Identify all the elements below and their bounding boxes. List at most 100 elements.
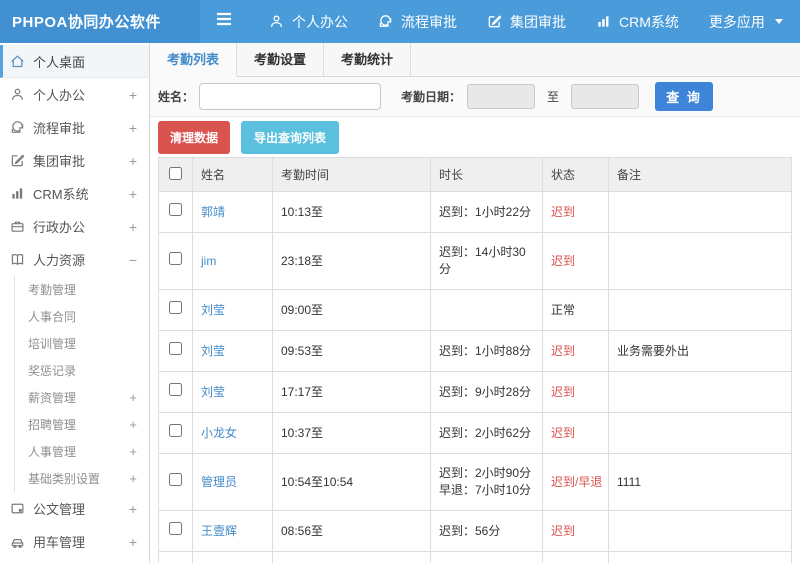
table-row: 刘莹 17:17至 迟到：9小时28分 迟到 <box>158 371 792 413</box>
expand-plus-icon[interactable]: + <box>129 444 137 459</box>
duration: 迟到：1小时88分 <box>430 330 543 372</box>
top-header-bar: PHPOA协同办公软件 个人办公 流程审批 集团审批 CRM系统 更多应用 <box>0 0 800 43</box>
nav-item-flow-approval[interactable]: 流程审批 <box>363 0 472 43</box>
column-header-time: 考勤时间 <box>272 157 431 192</box>
sidebar-item-human-resources[interactable]: 人力资源 − <box>0 243 149 276</box>
chart-icon <box>10 186 25 201</box>
attendance-time: 10:37至 <box>272 412 431 454</box>
row-checkbox[interactable] <box>169 252 182 265</box>
name-input[interactable] <box>199 83 382 110</box>
sidebar-item-vehicle-management[interactable]: 用车管理 + <box>0 525 149 558</box>
expand-plus-icon[interactable]: + <box>129 120 137 136</box>
date-from-input[interactable] <box>467 84 536 109</box>
sidebar-subitem-hr-contract[interactable]: 人事合同 <box>15 303 149 330</box>
expand-plus-icon[interactable]: + <box>129 471 137 486</box>
employee-name-link[interactable]: 管理员 <box>201 475 237 489</box>
employee-name-link[interactable]: 小龙女 <box>201 426 237 440</box>
tab-attendance-settings[interactable]: 考勤设置 <box>237 43 325 76</box>
sidebar-subitem-personnel-management[interactable]: 人事管理 + <box>15 438 149 465</box>
employee-name-link[interactable]: jim <box>201 254 216 268</box>
date-to-input[interactable] <box>571 84 640 109</box>
expand-plus-icon[interactable]: + <box>129 390 137 405</box>
main-content: 考勤列表 考勤设置 考勤统计 姓名： 考勤日期： 至 查 询 清理数据 导出查询… <box>150 43 800 563</box>
nav-item-crm-system[interactable]: CRM系统 <box>581 0 694 43</box>
sidebar-item-admin-office[interactable]: 行政办公 + <box>0 210 149 243</box>
search-button[interactable]: 查 询 <box>655 82 714 111</box>
tab-attendance-statistics[interactable]: 考勤统计 <box>324 43 412 76</box>
expand-plus-icon[interactable]: + <box>129 534 137 550</box>
sidebar-subitem-salary-management[interactable]: 薪资管理 + <box>15 384 149 411</box>
row-checkbox[interactable] <box>169 473 182 486</box>
note <box>608 289 792 331</box>
sidebar-item-personal-desktop[interactable]: 个人桌面 <box>0 45 149 78</box>
expand-plus-icon[interactable]: + <box>129 501 137 517</box>
nav-label: 流程审批 <box>401 13 457 30</box>
sidebar-item-crm-system[interactable]: CRM系统 + <box>0 177 149 210</box>
note <box>608 371 792 413</box>
row-checkbox[interactable] <box>169 203 182 216</box>
column-header-duration: 时长 <box>430 157 543 192</box>
expand-plus-icon[interactable]: + <box>129 186 137 202</box>
car-icon <box>10 534 25 549</box>
sidebar-item-flow-approval[interactable]: 流程审批 + <box>0 111 149 144</box>
note <box>608 510 792 552</box>
employee-name-link[interactable]: 郭靖 <box>201 205 225 219</box>
table-row: 黄蓉 13:20至13:20 迟到：5小时33分 早退：4小时67分 迟到/早退 <box>158 551 792 563</box>
select-all-checkbox[interactable] <box>169 166 182 180</box>
employee-name-link[interactable]: 王壹辉 <box>201 524 237 538</box>
table-header-row: 姓名 考勤时间 时长 状态 备注 <box>158 157 792 192</box>
sidebar-item-label: CRM系统 <box>33 187 89 202</box>
employee-name-link[interactable]: 刘莹 <box>201 344 225 358</box>
status-badge: 迟到/早退 <box>542 551 609 563</box>
sidebar-subitem-label: 基础类别设置 <box>28 472 101 486</box>
row-checkbox[interactable] <box>169 383 182 396</box>
to-label: 至 <box>547 90 560 104</box>
attendance-time: 23:18至 <box>272 232 431 290</box>
flow-icon <box>378 14 393 29</box>
sidebar-subitem-label: 奖惩记录 <box>28 364 77 378</box>
expand-plus-icon[interactable]: + <box>129 219 137 235</box>
sidebar-item-label: 个人办公 <box>33 88 86 103</box>
employee-name-link[interactable]: 刘莹 <box>201 303 225 317</box>
expand-plus-icon[interactable]: + <box>129 417 137 432</box>
hamburger-menu-button[interactable] <box>200 0 248 43</box>
status-badge: 迟到 <box>542 330 609 372</box>
row-checkbox[interactable] <box>169 342 182 355</box>
sidebar-item-group-approval[interactable]: 集团审批 + <box>0 144 149 177</box>
tab-attendance-list[interactable]: 考勤列表 <box>150 43 238 77</box>
clean-data-button[interactable]: 清理数据 <box>158 120 231 154</box>
column-header-name: 姓名 <box>192 157 273 192</box>
sidebar-item-personal-office[interactable]: 个人办公 + <box>0 78 149 111</box>
export-list-button[interactable]: 导出查询列表 <box>241 120 340 154</box>
table-row: jim 23:18至 迟到：14小时30分 迟到 <box>158 232 792 290</box>
sidebar-subitem-recruit-management[interactable]: 招聘管理 + <box>15 411 149 438</box>
note <box>608 191 792 233</box>
column-header-status: 状态 <box>542 157 609 192</box>
note <box>608 551 792 563</box>
nav-item-personal-office[interactable]: 个人办公 <box>254 0 363 43</box>
collapse-minus-icon[interactable]: − <box>129 252 137 268</box>
sidebar-item-document-management[interactable]: 公文管理 + <box>0 492 149 525</box>
row-checkbox[interactable] <box>169 522 182 535</box>
sidebar-subitem-basic-category-settings[interactable]: 基础类别设置 + <box>15 465 149 492</box>
sidebar-subitem-training-management[interactable]: 培训管理 <box>15 330 149 357</box>
duration: 迟到：2小时90分 早退：7小时10分 <box>430 453 543 511</box>
nav-item-more-apps[interactable]: 更多应用 <box>694 0 798 43</box>
duration: 迟到：14小时30分 <box>430 232 543 290</box>
sidebar-subitem-reward-punishment[interactable]: 奖惩记录 <box>15 357 149 384</box>
sidebar-item-label: 行政办公 <box>33 220 86 235</box>
caret-down-icon <box>774 19 783 24</box>
app-logo: PHPOA协同办公软件 <box>0 0 200 43</box>
search-filter-bar: 姓名： 考勤日期： 至 查 询 <box>150 77 800 117</box>
sidebar-subitem-label: 培训管理 <box>28 337 77 351</box>
row-checkbox[interactable] <box>169 424 182 437</box>
sidebar-subitem-label: 人事管理 <box>28 445 77 459</box>
row-checkbox[interactable] <box>169 301 182 314</box>
employee-name-link[interactable]: 刘莹 <box>201 385 225 399</box>
expand-plus-icon[interactable]: + <box>129 153 137 169</box>
tab-bar: 考勤列表 考勤设置 考勤统计 <box>150 43 800 77</box>
expand-plus-icon[interactable]: + <box>129 87 137 103</box>
sidebar-subitem-attendance-management[interactable]: 考勤管理 <box>15 276 149 303</box>
nav-item-group-approval[interactable]: 集团审批 <box>472 0 581 43</box>
hr-submenu: 考勤管理 人事合同 培训管理 奖惩记录 薪资管理 + 招聘管理 + 人事管理 +… <box>14 276 149 492</box>
